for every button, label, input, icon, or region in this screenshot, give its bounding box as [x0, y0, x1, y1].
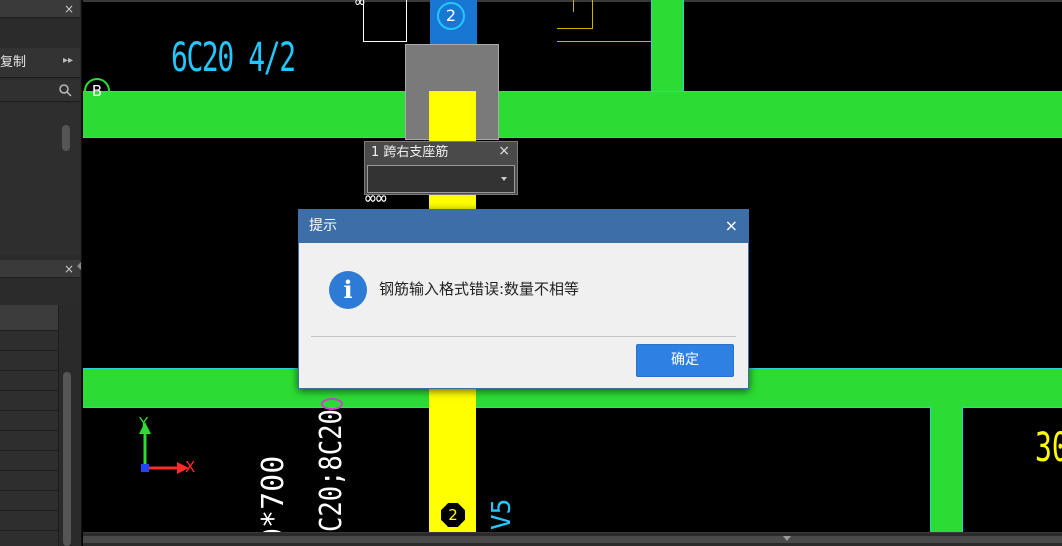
ucs-x-label: X	[185, 458, 196, 476]
cad-line-yellow-1	[557, 28, 593, 29]
popup-close-icon[interactable]: ×	[498, 143, 510, 159]
beam-vertical-top-right[interactable]	[651, 0, 684, 92]
beam-vertical-bottom-right[interactable]	[930, 406, 963, 532]
axis-b-bubble: B	[84, 78, 110, 104]
rebar-vertical-label: C20;8C20	[314, 409, 349, 532]
axis-2-bottom-label: 2	[441, 503, 465, 527]
error-dialog: 提示 × i 钢筋输入格式错误:数量不相等 确定	[298, 209, 749, 389]
dialog-message: 钢筋输入格式错误:数量不相等	[379, 280, 580, 298]
label-30: 30	[1035, 425, 1062, 471]
dialog-title: 提示	[309, 218, 337, 234]
attributes-table-header	[0, 305, 58, 331]
copy-button[interactable]: 复制	[0, 56, 26, 70]
right-support-rebar-popup: 1 跨右支座筋 ×	[364, 141, 518, 195]
properties-panel-close-icon[interactable]: ×	[64, 1, 74, 17]
attributes-table-scrollbar[interactable]	[63, 372, 71, 546]
axis-2-top-bubble: 2	[437, 2, 465, 30]
rebar-label-top: 6C20 4/2	[171, 35, 296, 81]
cad-line-yellow-4	[573, 0, 574, 12]
info-icon: i	[329, 271, 367, 309]
label-v5: V5	[487, 498, 517, 530]
cad-line-yellow-2	[592, 0, 593, 29]
component-list-scrollbar[interactable]	[62, 125, 70, 151]
dialog-close-icon[interactable]: ×	[725, 216, 738, 236]
properties-panel-header: ×	[0, 0, 80, 18]
search-row	[0, 80, 80, 102]
ucs-y-label: Y	[139, 414, 149, 432]
attributes-panel-close-icon[interactable]: ×	[64, 261, 74, 277]
attributes-table	[0, 331, 58, 546]
cad-symbol-top: ∞	[355, 0, 365, 11]
search-icon[interactable]	[58, 83, 72, 97]
component-list	[0, 103, 80, 255]
right-support-rebar-title: 1 跨右支座筋	[371, 145, 449, 160]
axis-2-bottom-bubble: 2	[439, 501, 467, 529]
copy-toolbar-row: 复制 ▸▸	[0, 48, 80, 78]
scroll-down-arrow-icon[interactable]	[783, 536, 791, 541]
cad-marker-magenta	[321, 398, 343, 410]
canvas-horizontal-scrollbar[interactable]	[83, 532, 1062, 546]
popup-dropdown-caret-icon[interactable]	[501, 177, 507, 181]
right-support-rebar-input[interactable]	[367, 165, 515, 193]
ok-button[interactable]: 确定	[636, 344, 734, 377]
expand-toolbar-icon[interactable]: ▸▸	[63, 55, 73, 66]
dialog-divider	[311, 336, 736, 337]
left-panel: × 复制 ▸▸ ×	[0, 0, 82, 546]
attributes-panel-header: ×	[0, 260, 80, 278]
beam-horizontal-axis-b[interactable]	[83, 91, 1062, 138]
canvas-scrollbar-thumb[interactable]	[83, 536, 1062, 543]
cad-outline-top-left	[363, 0, 407, 42]
panel-resize-arrow-icon[interactable]	[77, 262, 81, 270]
dialog-titlebar: 提示 ×	[299, 210, 748, 243]
